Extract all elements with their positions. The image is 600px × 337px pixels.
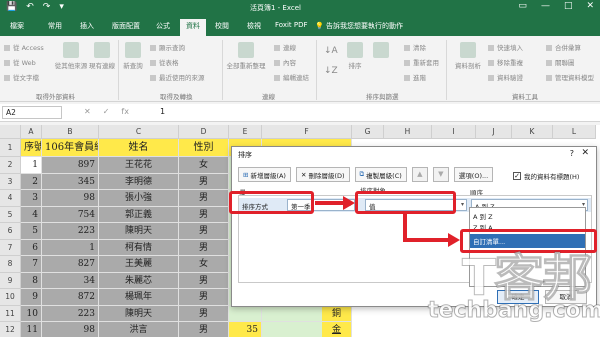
arrowhead-icon	[448, 233, 460, 247]
arrow-line-icon	[403, 214, 450, 242]
arrowhead-icon	[343, 196, 355, 210]
watermark-url: techbang.com	[428, 298, 600, 324]
